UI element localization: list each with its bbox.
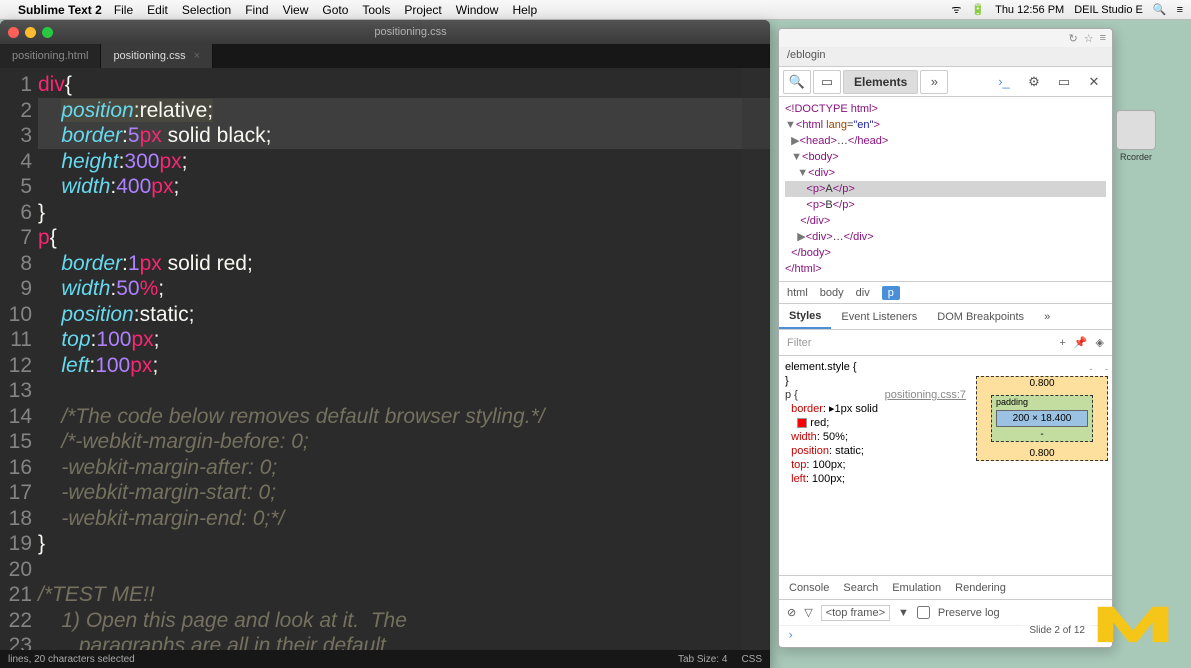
tab-html[interactable]: positioning.html <box>0 44 101 68</box>
console-tabs: Console Search Emulation Rendering <box>779 575 1112 599</box>
slide-indicator: Slide 2 of 12 <box>1023 623 1091 638</box>
menu-extras-icon[interactable]: ≡ <box>1177 4 1183 16</box>
panel-elements[interactable]: Elements <box>843 70 918 94</box>
box-border: 200 × 18.400 <box>976 376 1108 461</box>
frame-select[interactable]: <top frame> <box>821 605 890 621</box>
menu-window[interactable]: Window <box>456 3 499 17</box>
crumb-html[interactable]: html <box>787 287 808 299</box>
window-minimize-icon[interactable] <box>25 27 36 38</box>
mac-menubar: Sublime Text 2 File Edit Selection Find … <box>0 0 1191 20</box>
preserve-log-label: Preserve log <box>938 607 1000 619</box>
status-syntax[interactable]: CSS <box>741 654 762 665</box>
preserve-log-checkbox[interactable] <box>917 606 930 619</box>
tab-emulation[interactable]: Emulation <box>892 582 941 594</box>
close-icon[interactable]: ✕ <box>1080 70 1108 94</box>
devtools-window: ↻ ☆ ≡ /eblogin 🔍 ▭ Elements » ›_ ⚙ ▭ ✕ <… <box>778 28 1113 648</box>
styles-tabs: Styles Event Listeners DOM Breakpoints » <box>779 304 1112 330</box>
app-icon <box>1116 110 1156 150</box>
devtools-top: ↻ ☆ ≡ <box>779 29 1112 47</box>
gutter: 123456789101112131415161718192021222324 <box>0 68 38 650</box>
breadcrumbs: html body div p <box>779 282 1112 304</box>
window-close-icon[interactable] <box>8 27 19 38</box>
box-content: 200 × 18.400 <box>996 410 1088 427</box>
search-icon[interactable]: 🔍 <box>1153 3 1167 16</box>
wifi-icon[interactable]: ᯤ <box>951 2 961 17</box>
clock[interactable]: Thu 12:56 PM <box>995 4 1064 16</box>
devtools-toolbar: 🔍 ▭ Elements » ›_ ⚙ ▭ ✕ <box>779 67 1112 97</box>
editor-titlebar[interactable]: positioning.css <box>0 20 770 44</box>
settings-icon[interactable]: ⚙ <box>1020 70 1048 94</box>
desktop-icon[interactable]: Rcorder <box>1111 110 1161 162</box>
tab-dom-breakpoints[interactable]: DOM Breakpoints <box>927 304 1034 329</box>
dock-icon[interactable]: ▭ <box>1050 70 1078 94</box>
devtools-tab-url: /eblogin <box>779 47 1112 67</box>
menu-help[interactable]: Help <box>512 3 537 17</box>
menu-file[interactable]: File <box>114 3 133 17</box>
tab-rendering[interactable]: Rendering <box>955 582 1006 594</box>
tab-close-icon[interactable]: × <box>194 50 200 62</box>
tab-search[interactable]: Search <box>843 582 878 594</box>
menu-find[interactable]: Find <box>245 3 268 17</box>
icon-label: Rcorder <box>1120 152 1152 162</box>
editor-window: positioning.css positioning.html positio… <box>0 20 770 668</box>
menu-project[interactable]: Project <box>404 3 441 17</box>
inspect-icon[interactable]: 🔍 <box>783 70 811 94</box>
tab-more-icon[interactable]: » <box>1034 304 1060 329</box>
code-text[interactable]: div{ position:relative; border:5px solid… <box>38 68 770 650</box>
menu-tools[interactable]: Tools <box>362 3 390 17</box>
battery-icon[interactable]: 🔋 <box>971 3 985 16</box>
crumb-div[interactable]: div <box>856 287 870 299</box>
menu-view[interactable]: View <box>283 3 309 17</box>
filter-input[interactable]: Filter <box>787 337 1051 349</box>
tab-css[interactable]: positioning.css× <box>101 44 213 68</box>
console-bar: ⊘ ▽ <top frame> ▼ Preserve log <box>779 599 1112 625</box>
clear-console-icon[interactable]: ⊘ <box>787 606 796 619</box>
star-icon[interactable]: ☆ <box>1084 32 1094 45</box>
editor-statusbar: lines, 20 characters selected Tab Size: … <box>0 650 770 668</box>
app-name[interactable]: Sublime Text 2 <box>18 3 102 17</box>
code-area[interactable]: 123456789101112131415161718192021222324 … <box>0 68 770 650</box>
device-icon[interactable]: ▭ <box>813 70 841 94</box>
box-padding: 200 × 18.400 <box>991 395 1093 442</box>
box-model: - - 200 × 18.400 <box>972 356 1112 575</box>
user-name[interactable]: DEIL Studio E <box>1074 4 1143 16</box>
styles-body: element.style {}p {positioning.css:7 bor… <box>779 356 1112 575</box>
pin-icon[interactable]: 📌 <box>1074 336 1088 349</box>
reload-icon[interactable]: ↻ <box>1068 32 1077 45</box>
window-title: positioning.css <box>59 26 762 38</box>
crumb-body[interactable]: body <box>820 287 844 299</box>
tab-strip: positioning.html positioning.css× <box>0 44 770 68</box>
tab-event-listeners[interactable]: Event Listeners <box>831 304 927 329</box>
styles-filter: Filter + 📌 ◈ <box>779 330 1112 356</box>
toggle-state-icon[interactable]: ◈ <box>1096 336 1104 349</box>
window-zoom-icon[interactable] <box>42 27 53 38</box>
tab-console[interactable]: Console <box>789 582 829 594</box>
tab-styles[interactable]: Styles <box>779 304 831 329</box>
minimap[interactable] <box>742 68 770 650</box>
menu-goto[interactable]: Goto <box>322 3 348 17</box>
status-selection: lines, 20 characters selected <box>8 654 135 665</box>
menu-edit[interactable]: Edit <box>147 3 168 17</box>
status-tabsize[interactable]: Tab Size: 4 <box>678 654 727 665</box>
michigan-logo <box>1093 595 1173 650</box>
crumb-p[interactable]: p <box>882 286 900 300</box>
frame-dropdown-icon[interactable]: ▼ <box>898 607 909 619</box>
menu-selection[interactable]: Selection <box>182 3 231 17</box>
panel-more-icon[interactable]: » <box>920 70 948 94</box>
console-toggle-icon[interactable]: ›_ <box>990 70 1018 94</box>
menu-icon[interactable]: ≡ <box>1100 32 1106 44</box>
styles-rules[interactable]: element.style {}p {positioning.css:7 bor… <box>779 356 972 575</box>
new-rule-icon[interactable]: + <box>1059 337 1065 349</box>
filter-icon[interactable]: ▽ <box>804 606 812 619</box>
elements-panel[interactable]: <!DOCTYPE html>▼<html lang="en"> ▶<head>… <box>779 97 1112 282</box>
